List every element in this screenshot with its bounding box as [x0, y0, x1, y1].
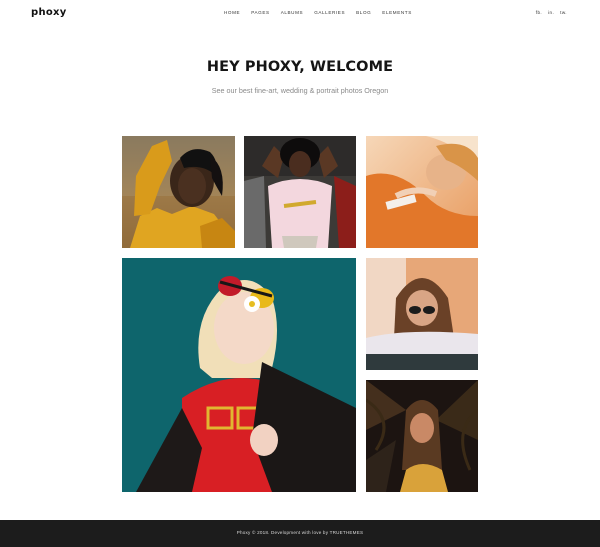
facebook-link[interactable]: fb. — [536, 10, 542, 15]
main-nav: HOME PAGES ALBUMS GALLERIES BLOG ELEMENT… — [224, 10, 423, 15]
site-logo[interactable]: phoxy — [31, 7, 67, 18]
nav-item-pages[interactable]: PAGES — [251, 10, 270, 15]
nav-item-home[interactable]: HOME — [224, 10, 240, 15]
woman-pink-tshirt-image — [244, 136, 356, 248]
copyright-text: Phoxy © 2018. Development with love by T… — [236, 530, 364, 535]
gallery-photo-woman-sunglasses-resting[interactable] — [366, 258, 478, 370]
social-links: fb. in. tw. — [530, 10, 567, 15]
linkedin-link[interactable]: in. — [548, 10, 554, 15]
page-subtitle: See our best fine-art, wedding & portrai… — [211, 86, 389, 95]
twitter-link[interactable]: tw. — [560, 10, 567, 15]
site-footer: Phoxy © 2018. Development with love by T… — [0, 520, 600, 547]
gallery-photo-woman-heart-sunglasses[interactable] — [122, 258, 356, 492]
page-title: HEY PHOXY, WELCOME — [206, 59, 394, 75]
woman-palm-leaves-image — [366, 380, 478, 492]
nav-item-galleries[interactable]: GALLERIES — [314, 10, 345, 15]
gallery-photo-woman-pink-tshirt[interactable] — [244, 136, 356, 248]
site-header: phoxy HOME PAGES ALBUMS GALLERIES BLOG E… — [0, 0, 600, 28]
gallery-photo-woman-orange-reclining[interactable] — [366, 136, 478, 248]
nav-item-elements[interactable]: ELEMENTS — [382, 10, 412, 15]
gallery-photo-woman-palm-leaves[interactable] — [366, 380, 478, 492]
woman-heart-sunglasses-image — [122, 258, 356, 492]
gallery-photo-man-yellow-jacket[interactable] — [122, 136, 235, 248]
woman-sunglasses-resting-image — [366, 258, 478, 370]
man-yellow-jacket-image — [122, 136, 235, 248]
woman-orange-reclining-image — [366, 136, 478, 248]
nav-item-blog[interactable]: BLOG — [356, 10, 371, 15]
nav-item-albums[interactable]: ALBUMS — [281, 10, 304, 15]
